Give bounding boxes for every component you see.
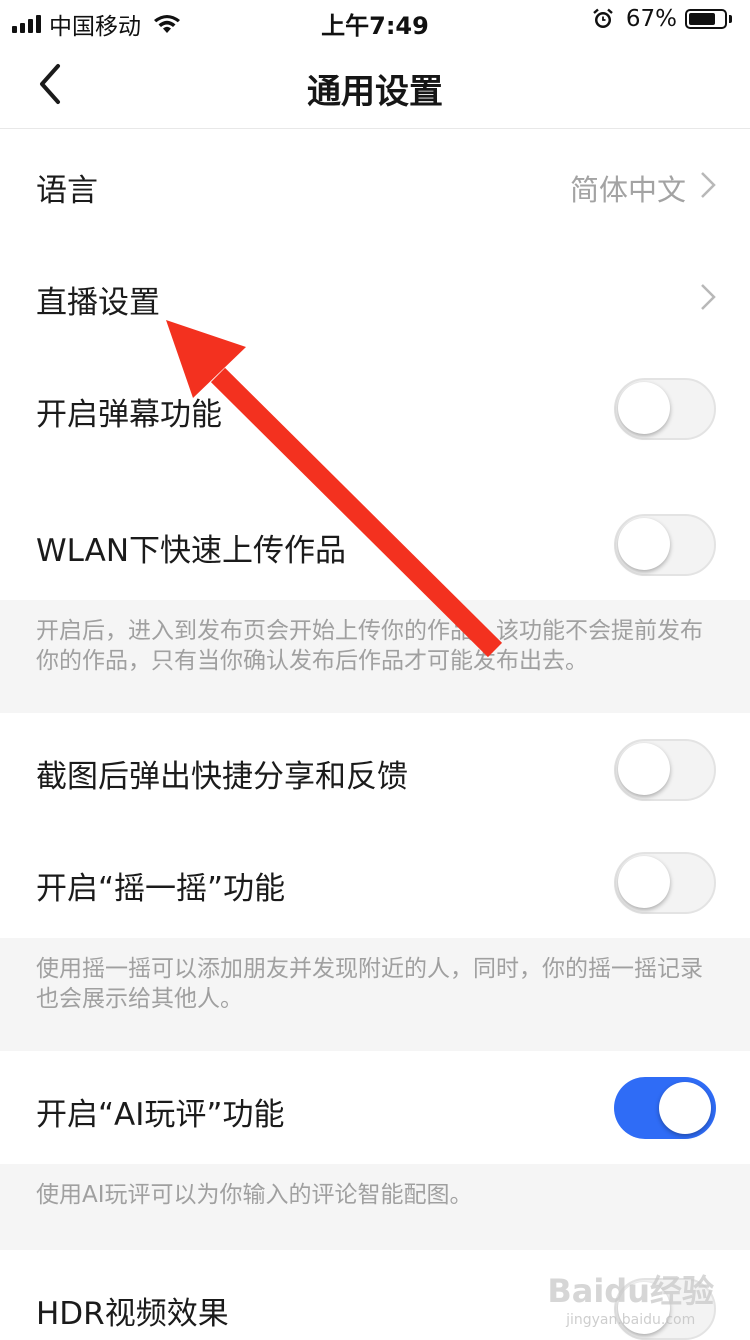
- shake-toggle[interactable]: [614, 852, 716, 914]
- setting-language-row[interactable]: 语言 简体中文: [0, 129, 750, 241]
- alarm-icon: [593, 8, 613, 28]
- nav-bar: 通用设置: [0, 40, 750, 129]
- language-label: 语言: [36, 173, 98, 209]
- setting-screenshot-row: 截图后弹出快捷分享和反馈: [0, 713, 750, 825]
- live-settings-label: 直播设置: [36, 285, 160, 321]
- baidu-watermark: Baidu经验 jingyan.baidu.com: [547, 1266, 714, 1328]
- ai-comment-toggle[interactable]: [614, 1077, 716, 1139]
- shake-label: 开启“摇一摇”功能: [36, 871, 286, 907]
- screenshot-toggle[interactable]: [614, 739, 716, 801]
- setting-shake-row: 开启“摇一摇”功能: [0, 825, 750, 938]
- wlan-label: WLAN下快速上传作品: [36, 533, 347, 569]
- shake-note-text: 使用摇一摇可以添加朋友并发现附近的人，同时，你的摇一摇记录也会展示给其他人。: [36, 956, 703, 1012]
- wlan-note: 开启后，进入到发布页会开始上传你的作品；该功能不会提前发布你的作品，只有当你确认…: [0, 600, 750, 713]
- watermark-logo: Baidu经验: [547, 1272, 714, 1310]
- page-title: 通用设置: [307, 72, 443, 112]
- status-right: 67%: [592, 6, 732, 32]
- setting-danmaku-row: 开启弹幕功能: [0, 353, 750, 465]
- ai-comment-note-text: 使用AI玩评可以为你输入的评论智能配图。: [36, 1182, 473, 1208]
- setting-ai-comment-row: 开启“AI玩评”功能: [0, 1051, 750, 1164]
- battery-icon: [685, 9, 727, 29]
- hdr-label: HDR视频效果: [36, 1296, 229, 1332]
- chevron-right-icon: [701, 284, 716, 310]
- battery-cap: [729, 15, 732, 23]
- shake-note: 使用摇一摇可以添加朋友并发现附近的人，同时，你的摇一摇记录也会展示给其他人。: [0, 938, 750, 1051]
- watermark-url: jingyan.baidu.com: [566, 1312, 696, 1328]
- setting-wlan-row: WLAN下快速上传作品: [0, 465, 750, 600]
- danmaku-label: 开启弹幕功能: [36, 397, 222, 433]
- screenshot-label: 截图后弹出快捷分享和反馈: [36, 759, 408, 795]
- battery-percent: 67%: [625, 6, 677, 32]
- language-value: 简体中文: [569, 173, 686, 207]
- ai-comment-note: 使用AI玩评可以为你输入的评论智能配图。: [0, 1164, 750, 1250]
- status-bar: 中国移动 上午7:49 67%: [0, 0, 750, 40]
- wlan-toggle[interactable]: [614, 514, 716, 576]
- chevron-right-icon: [701, 172, 716, 198]
- ai-comment-label: 开启“AI玩评”功能: [36, 1097, 285, 1133]
- setting-live-row[interactable]: 直播设置: [0, 241, 750, 353]
- wlan-note-text: 开启后，进入到发布页会开始上传你的作品；该功能不会提前发布你的作品，只有当你确认…: [36, 618, 703, 674]
- danmaku-toggle[interactable]: [614, 378, 716, 440]
